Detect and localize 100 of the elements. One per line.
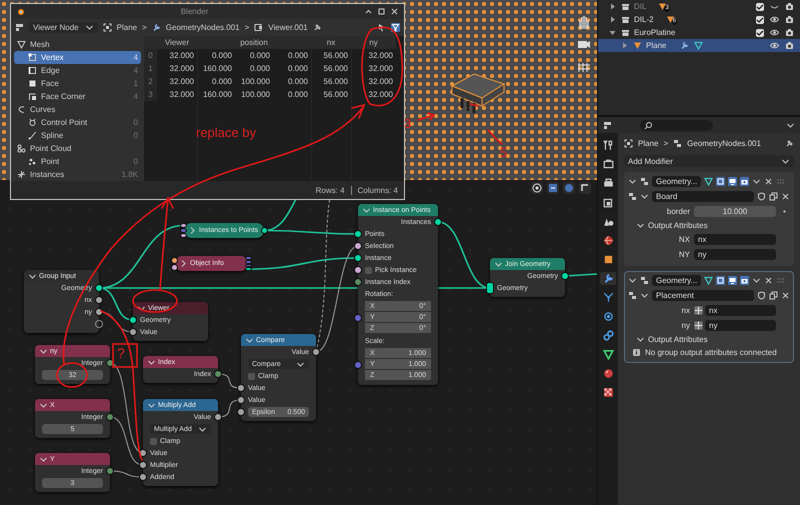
- monitor-toggle-icon[interactable]: [728, 276, 738, 285]
- render-toggle-icon[interactable]: [740, 276, 750, 285]
- socket[interactable]: [139, 473, 147, 481]
- socket[interactable]: [106, 467, 114, 475]
- render-toggle-icon[interactable]: [740, 177, 750, 186]
- camera-icon[interactable]: [785, 15, 794, 24]
- shield-icon[interactable]: [757, 291, 766, 300]
- domain-item[interactable]: Control Point 0: [14, 116, 141, 129]
- include-checkbox[interactable]: [756, 16, 764, 24]
- edit-mode-toggle-icon[interactable]: [716, 276, 726, 285]
- domain-item[interactable]: Vertex 4: [14, 51, 141, 64]
- shield-icon[interactable]: [757, 192, 766, 201]
- section-title[interactable]: Output Attributes: [648, 221, 708, 230]
- column-header[interactable]: Viewer: [157, 36, 197, 49]
- socket[interactable]: [214, 370, 222, 378]
- breadcrumb-item[interactable]: Plane: [638, 139, 658, 148]
- socket[interactable]: [561, 272, 569, 280]
- close-icon[interactable]: [781, 192, 790, 201]
- search-field[interactable]: [640, 120, 713, 130]
- overlay-icon[interactable]: [531, 182, 543, 194]
- number-field[interactable]: 10.000: [694, 206, 776, 217]
- section-title[interactable]: Output Attributes: [648, 335, 708, 344]
- attribute-field[interactable]: nx: [694, 234, 776, 245]
- column-header[interactable]: ny: [351, 36, 396, 49]
- minimize-icon[interactable]: [364, 7, 373, 16]
- edit-mode-toggle-icon[interactable]: [716, 177, 726, 186]
- breadcrumb-item[interactable]: Viewer.001: [268, 23, 308, 32]
- breadcrumb-item[interactable]: Plane: [116, 23, 138, 32]
- breadcrumb-item[interactable]: GeometryNodes.001: [166, 23, 240, 32]
- snap-icon[interactable]: [579, 182, 591, 194]
- close-icon[interactable]: [390, 7, 399, 16]
- socket[interactable]: [261, 227, 268, 234]
- eye-icon[interactable]: [770, 28, 779, 37]
- attribute-toggle-icon[interactable]: [694, 321, 703, 330]
- domain-item[interactable]: Point 0: [14, 155, 141, 168]
- socket[interactable]: [171, 264, 178, 270]
- socket[interactable]: [139, 461, 147, 469]
- socket[interactable]: [214, 413, 222, 421]
- camera-icon[interactable]: [785, 28, 794, 37]
- node-group-icon[interactable]: [628, 291, 637, 300]
- socket[interactable]: [180, 233, 187, 238]
- column-header[interactable]: position: [197, 36, 311, 49]
- domain-item[interactable]: Edge 4: [14, 64, 141, 77]
- domain-item[interactable]: Spline 0: [14, 129, 141, 142]
- modifier-name-field[interactable]: Geometry...: [652, 176, 702, 187]
- cursor-toggle-icon[interactable]: [377, 23, 386, 32]
- camera-icon[interactable]: [785, 41, 794, 50]
- chevron-down-icon[interactable]: [752, 177, 762, 186]
- camera-icon[interactable]: [785, 2, 794, 11]
- socket[interactable]: [129, 316, 137, 324]
- include-checkbox[interactable]: [756, 2, 764, 10]
- collapse-arrow-icon[interactable]: [608, 28, 617, 37]
- chevron-down-icon[interactable]: [752, 276, 762, 285]
- maximize-icon[interactable]: [377, 7, 386, 16]
- socket[interactable]: [354, 242, 362, 250]
- eye-icon[interactable]: [770, 15, 779, 24]
- socket[interactable]: [95, 296, 103, 304]
- pin-icon[interactable]: [312, 23, 322, 32]
- hand-icon[interactable]: [577, 14, 591, 29]
- add-modifier-dropdown[interactable]: Add Modifier: [624, 155, 794, 167]
- pin-icon[interactable]: [785, 139, 794, 148]
- socket[interactable]: [237, 384, 245, 392]
- close-icon[interactable]: [764, 276, 774, 285]
- socket[interactable]: [95, 320, 103, 328]
- checkbox[interactable]: [150, 438, 157, 444]
- editor-type-icon[interactable]: [15, 23, 24, 32]
- chevron-down-icon[interactable]: [636, 221, 645, 230]
- socket[interactable]: [434, 218, 442, 226]
- expand-arrow-icon[interactable]: [608, 2, 617, 11]
- column-header[interactable]: nx: [311, 36, 351, 49]
- socket[interactable]: [354, 266, 362, 274]
- attribute-field[interactable]: ny: [694, 249, 776, 260]
- close-icon[interactable]: [781, 291, 790, 300]
- properties-tab[interactable]: [600, 272, 616, 285]
- breadcrumb-item[interactable]: GeometryNodes.001: [687, 139, 761, 148]
- sphere-icon[interactable]: [563, 182, 575, 194]
- viewer-dropdown[interactable]: Viewer Node: [29, 22, 98, 33]
- socket[interactable]: [245, 267, 252, 271]
- modifier-name-field[interactable]: Geometry...: [652, 275, 702, 286]
- socket[interactable]: [312, 348, 320, 356]
- expand-arrow-icon[interactable]: [608, 15, 617, 24]
- node-group-field[interactable]: Board: [652, 191, 754, 202]
- monitor-toggle-icon[interactable]: [728, 177, 738, 186]
- checkbox[interactable]: [365, 266, 372, 274]
- collection-row[interactable]: EuroPlatine: [598, 26, 800, 39]
- socket[interactable]: [106, 413, 114, 421]
- checkbox[interactable]: [248, 372, 255, 380]
- copy-icon[interactable]: [769, 291, 778, 300]
- socket[interactable]: [171, 256, 178, 264]
- domain-item[interactable]: Face Corner 4: [14, 90, 141, 103]
- socket[interactable]: [95, 284, 103, 292]
- properties-tab[interactable]: [600, 348, 616, 361]
- editor-type-icon[interactable]: [603, 120, 612, 130]
- domain-item[interactable]: Instances 1.8K: [14, 168, 141, 181]
- socket[interactable]: [486, 282, 494, 294]
- object-row[interactable]: Plane: [598, 39, 800, 52]
- chevron-down-icon[interactable]: [636, 335, 645, 344]
- socket[interactable]: [354, 278, 362, 286]
- node-wrangler-icon[interactable]: [547, 182, 559, 194]
- attribute-field[interactable]: ny: [705, 320, 776, 331]
